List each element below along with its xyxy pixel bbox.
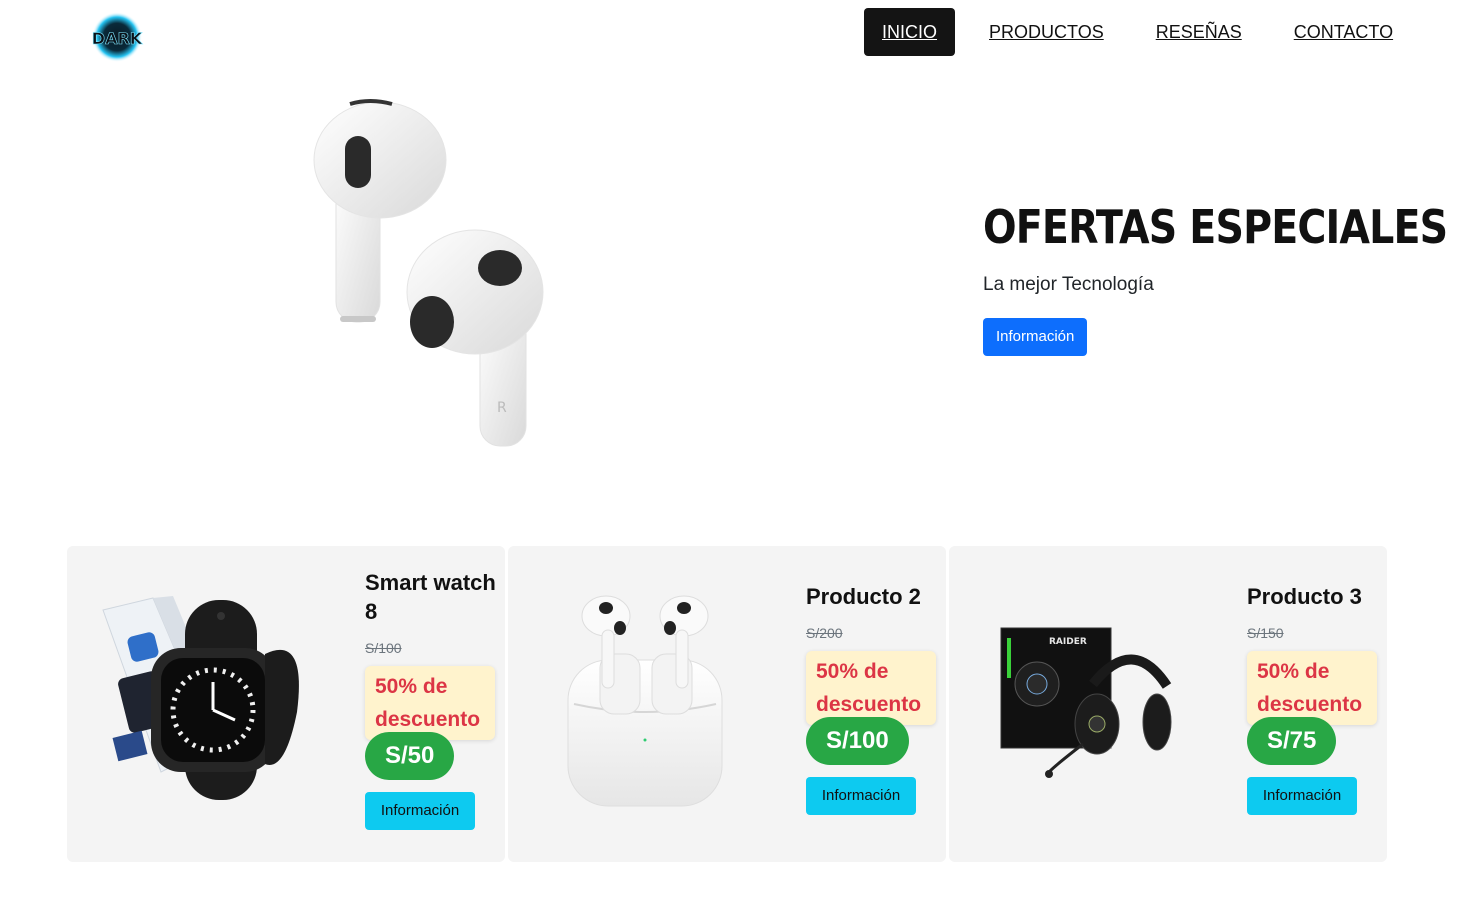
product-cards: Smart watch 8 S/100 50% de descuento S/5… [67, 546, 1387, 862]
nav-item-inicio[interactable]: INICIO [864, 8, 956, 56]
product-name: Producto 3 [1247, 584, 1362, 609]
product-price: S/50 [365, 732, 455, 780]
discount-badge: 50% de descuento [806, 651, 936, 725]
product-card: Producto 2 S/200 50% de descuento S/100 … [508, 546, 946, 862]
svg-text:R: R [497, 400, 507, 416]
product-info: Smart watch 8 S/100 50% de descuento S/5… [365, 568, 505, 830]
product-card: RAIDER Producto 3 S/150 50% de descuento… [949, 546, 1387, 862]
product-name: Producto 2 [806, 584, 921, 609]
discount-badge: 50% de descuento [365, 666, 495, 740]
hero-section: OFERTAS ESPECIALES La mejor Tecnología I… [983, 196, 1448, 356]
nav-item-productos[interactable]: PRODUCTOS [971, 8, 1122, 56]
nav-item-contacto[interactable]: CONTACTO [1276, 8, 1411, 56]
brand-logo[interactable]: DARK [86, 10, 148, 62]
product-info-button[interactable]: Información [806, 777, 916, 815]
product-old-price: S/200 [806, 625, 843, 641]
product-card: Smart watch 8 S/100 50% de descuento S/5… [67, 546, 505, 862]
hero-subtitle: La mejor Tecnología [983, 274, 1154, 295]
headset-image: RAIDER [997, 624, 1173, 788]
main-nav: INICIO PRODUCTOS RESEÑAS CONTACTO [864, 8, 1411, 56]
product-price: S/100 [806, 717, 909, 765]
discount-badge: 50% de descuento [1247, 651, 1377, 725]
logo-text: DARK [92, 29, 143, 48]
earbuds-image: R [300, 96, 560, 452]
hero-info-button[interactable]: Información [983, 318, 1088, 356]
product-old-price: S/100 [365, 640, 402, 656]
product-old-price: S/150 [1247, 625, 1284, 641]
smartwatch-image [89, 594, 307, 810]
product-name: Smart watch 8 [365, 570, 496, 624]
product-price: S/75 [1247, 717, 1337, 765]
product-info: Producto 3 S/150 50% de descuento S/75 I… [1247, 582, 1387, 815]
nav-item-resenas[interactable]: RESEÑAS [1138, 8, 1260, 56]
svg-text:RAIDER: RAIDER [1049, 637, 1087, 647]
product-info-button[interactable]: Información [1247, 777, 1357, 815]
product-info-button[interactable]: Información [365, 792, 475, 830]
product-info: Producto 2 S/200 50% de descuento S/100 … [806, 582, 946, 815]
hero-title: OFERTAS ESPECIALES [983, 200, 1448, 254]
airpods-case-image [560, 594, 730, 814]
